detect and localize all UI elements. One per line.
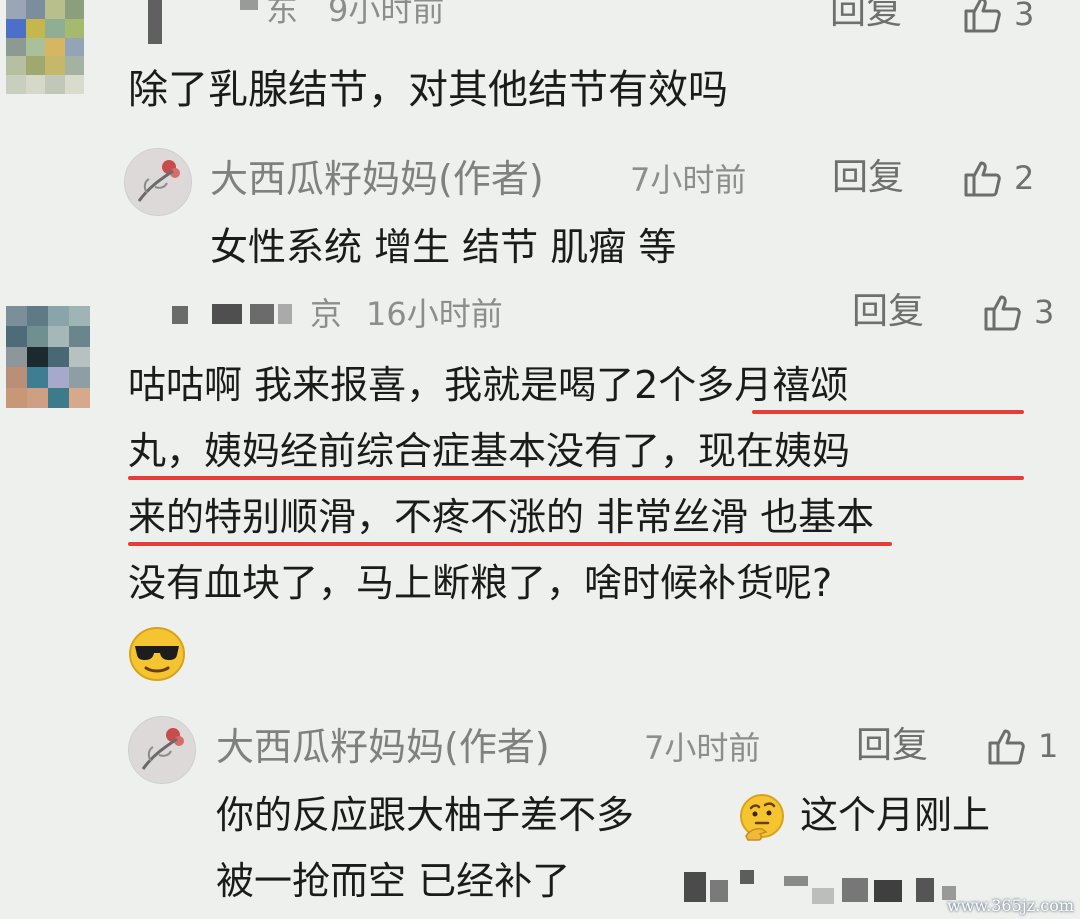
username-blur xyxy=(278,304,292,324)
reply-2-like-count: 1 xyxy=(1038,727,1059,765)
commenter-2-avatar[interactable] xyxy=(6,306,90,408)
comment-2-reply-button[interactable]: 回复 xyxy=(852,294,924,330)
commenter-1-name-visible: 东 xyxy=(266,0,299,29)
comment-2-like-button[interactable]: 3 xyxy=(980,290,1054,334)
comment-1-time: 9小时前 xyxy=(328,0,445,29)
thumbs-up-icon xyxy=(964,0,1001,33)
commenter-1-avatar[interactable] xyxy=(6,0,84,94)
reply-1-text: 女性系统 增生 结节 肌瘤 等 xyxy=(210,225,677,269)
author-avatar[interactable] xyxy=(128,716,196,784)
flower-painting-image xyxy=(125,149,191,215)
cool-face-emoji-icon xyxy=(129,627,185,681)
flower-painting-image xyxy=(129,717,195,783)
reply-1-like-button[interactable]: 2 xyxy=(960,156,1034,200)
username-blur xyxy=(240,0,258,10)
username-blur xyxy=(212,304,242,324)
comment-2-line-2: 丸，姨妈经前综合症基本没有了，现在姨妈 xyxy=(128,429,851,473)
commenter-2-username[interactable]: 京 xyxy=(172,292,352,336)
reply-2-line-2: 被一抢而空 已经补了 xyxy=(216,859,571,903)
thinking-face-emoji-icon xyxy=(740,794,784,841)
commenter-2-name-visible: 京 xyxy=(310,295,343,333)
username-blur xyxy=(172,306,188,324)
comment-1-like-button[interactable]: 3 xyxy=(960,0,1034,36)
highlight-underline xyxy=(128,476,1024,480)
highlight-underline xyxy=(752,410,1024,414)
reply-1-time: 7小时前 xyxy=(630,161,747,199)
reply-2-author-name[interactable]: 大西瓜籽妈妈(作者) xyxy=(216,728,550,766)
comment-2-time: 16小时前 xyxy=(366,295,503,333)
comment-2-line-1: 咕咕啊 我来报喜，我就是喝了2个多月禧颂 xyxy=(128,363,849,407)
highlight-underline xyxy=(128,542,892,546)
thumbs-up-icon xyxy=(984,295,1021,331)
comment-2-line-3: 来的特别顺滑，不疼不涨的 非常丝滑 也基本 xyxy=(128,495,875,539)
reply-1-author-name[interactable]: 大西瓜籽妈妈(作者) xyxy=(210,160,544,198)
reply-2-line-1-tail: 这个月刚上 xyxy=(800,793,991,837)
reply-2-like-button[interactable]: 1 xyxy=(984,724,1058,768)
reply-2-time: 7小时前 xyxy=(644,729,761,767)
reply-2-reply-button[interactable]: 回复 xyxy=(856,728,928,764)
author-avatar[interactable] xyxy=(124,148,192,216)
thumbs-up-icon xyxy=(964,161,1001,197)
comment-2-line-4: 没有血块了，马上断粮了，啥时候补货呢? xyxy=(128,561,833,605)
reply-2-line-1: 你的反应跟大柚子差不多 xyxy=(216,793,635,837)
comment-1-reply-button[interactable]: 回复 xyxy=(830,0,902,30)
reply-1-reply-button[interactable]: 回复 xyxy=(832,160,904,196)
commenter-1-username[interactable]: 东 xyxy=(148,0,308,44)
thumbs-up-icon xyxy=(988,729,1025,765)
comment-2-like-count: 3 xyxy=(1034,293,1055,331)
username-blur xyxy=(148,0,162,44)
reply-1-like-count: 2 xyxy=(1014,159,1035,197)
site-watermark: www.365jz.com xyxy=(946,896,1074,915)
comment-1-text: 除了乳腺结节，对其他结节有效吗 xyxy=(128,67,728,113)
comment-1-like-count: 3 xyxy=(1014,0,1035,33)
username-blur xyxy=(250,304,274,324)
